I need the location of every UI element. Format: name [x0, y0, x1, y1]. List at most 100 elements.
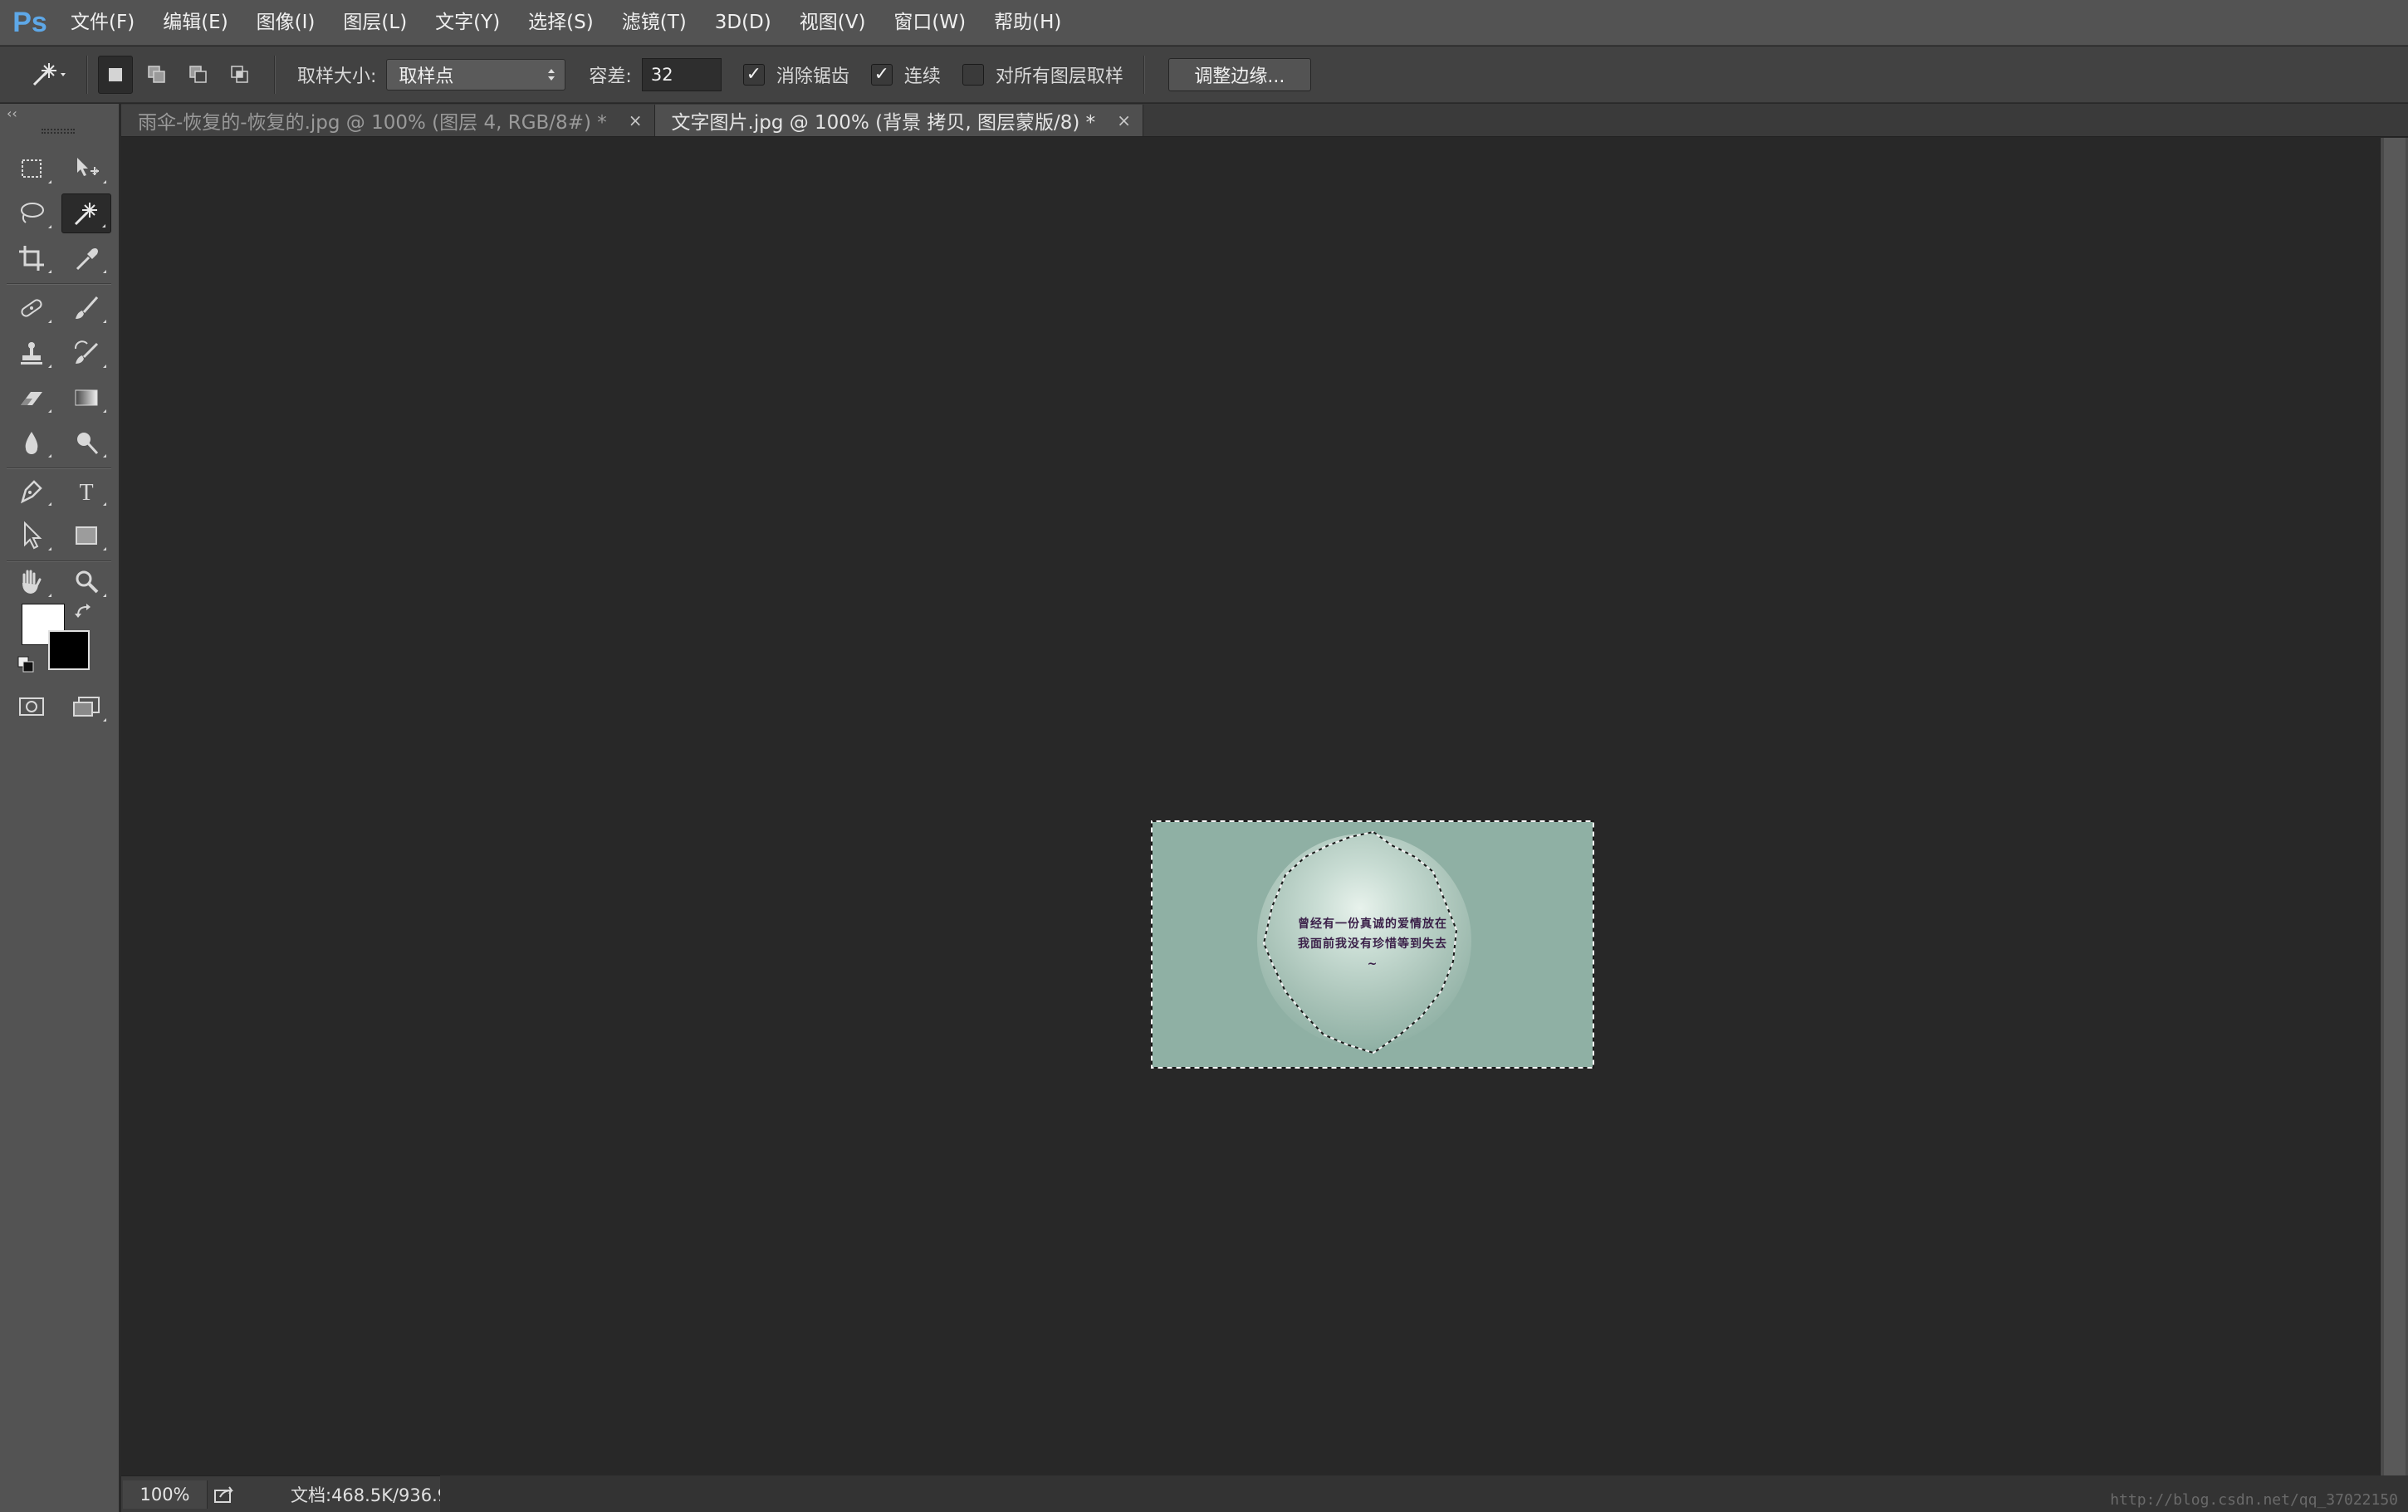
crop-tool[interactable]	[7, 238, 56, 278]
document-text-line: ~	[1367, 957, 1378, 971]
path-selection-tool[interactable]	[7, 516, 56, 555]
spot-healing-brush-tool[interactable]	[7, 288, 56, 328]
history-brush-tool[interactable]	[61, 333, 111, 373]
add-to-selection-button[interactable]	[139, 56, 174, 94]
menu-3d[interactable]: 3D(D)	[701, 0, 786, 46]
share-icon[interactable]	[208, 1480, 241, 1509]
tab-label: 文字图片.jpg @ 100% (背景 拷贝, 图层蒙版/8) *	[671, 112, 1096, 134]
eraser-tool[interactable]	[7, 378, 56, 418]
separator	[1143, 55, 1145, 94]
document-tab-1[interactable]: 雨伞-恢复的-恢复的.jpg @ 100% (图层 4, RGB/8#) * ×	[121, 105, 655, 136]
pen-tool[interactable]	[7, 471, 56, 511]
new-selection-button[interactable]	[98, 55, 133, 94]
menu-bar: Ps 文件(F) 编辑(E) 图像(I) 图层(L) 文字(Y) 选择(S) 滤…	[0, 0, 2408, 46]
brush-tool[interactable]	[61, 288, 111, 328]
intersect-selection-button[interactable]	[223, 56, 257, 94]
scrollbar-thumb[interactable]	[2384, 138, 2406, 1475]
lasso-tool[interactable]	[7, 193, 56, 233]
menu-select[interactable]: 选择(S)	[514, 0, 608, 46]
menu-window[interactable]: 窗口(W)	[879, 0, 980, 46]
subtract-from-selection-icon	[189, 65, 207, 83]
type-tool[interactable]: T	[61, 471, 111, 511]
document-image[interactable]: 曾经有一份真诚的爱情放在 我面前我没有珍惜等到失去 ~	[1151, 820, 1594, 1069]
sample-size-label: 取样大小:	[297, 66, 377, 87]
rectangular-marquee-tool[interactable]	[7, 149, 56, 188]
menu-view[interactable]: 视图(V)	[786, 0, 880, 46]
sample-size-select[interactable]: 取样点	[386, 58, 566, 91]
separator	[274, 55, 276, 94]
type-icon: T	[79, 480, 93, 506]
crop-icon	[19, 246, 44, 271]
tool-preset-picker[interactable]	[18, 51, 76, 98]
dropdown-arrows-icon	[548, 68, 556, 81]
refine-edge-button[interactable]: 调整边缘...	[1167, 57, 1311, 91]
rectangle-shape-icon	[76, 526, 97, 545]
zoom-level-field[interactable]: 100%	[123, 1480, 208, 1509]
close-icon[interactable]: ×	[629, 110, 643, 130]
contiguous-checkbox[interactable]: ✓	[870, 63, 893, 86]
menu-file[interactable]: 文件(F)	[56, 0, 149, 46]
zoom-icon	[76, 570, 99, 594]
canvas-area[interactable]: 曾经有一份真诚的爱情放在 我面前我没有珍惜等到失去 ~	[121, 138, 2380, 1475]
bandage-icon	[21, 299, 42, 317]
anti-alias-label: 消除锯齿	[776, 66, 849, 87]
lasso-icon	[21, 203, 44, 223]
menu-help[interactable]: 帮助(H)	[980, 0, 1075, 46]
vertical-scrollbar[interactable]	[2380, 138, 2408, 1475]
ps-logo: Ps	[12, 6, 47, 38]
panel-grip[interactable]	[42, 129, 75, 134]
add-to-selection-icon	[148, 65, 165, 83]
new-selection-icon	[109, 67, 122, 81]
default-colors-icon[interactable]	[17, 655, 37, 675]
gradient-tool[interactable]	[61, 378, 111, 418]
clone-stamp-tool[interactable]	[7, 333, 56, 373]
all-layers-checkbox[interactable]	[962, 63, 984, 86]
blur-drop-icon	[25, 432, 38, 454]
dodge-icon	[77, 433, 99, 455]
document-tab-bar: 雨伞-恢复的-恢复的.jpg @ 100% (图层 4, RGB/8#) * ×…	[121, 104, 2408, 137]
tool-separator	[7, 467, 111, 469]
anti-alias-checkbox[interactable]: ✓	[742, 63, 765, 86]
brush-icon	[76, 296, 99, 319]
magic-wand-icon	[74, 203, 97, 226]
screen-mode-icon	[73, 697, 100, 717]
blur-tool[interactable]	[7, 423, 56, 462]
menu-layer[interactable]: 图层(L)	[329, 0, 421, 46]
subtract-from-selection-button[interactable]	[181, 56, 216, 94]
watermark-text: http://blog.csdn.net/qq_37022150	[2110, 1491, 2398, 1509]
tool-separator	[7, 283, 111, 285]
collapse-panel-icon[interactable]: ‹‹	[7, 105, 17, 121]
anti-alias-option: ✓ 消除锯齿	[742, 61, 849, 88]
hand-icon	[22, 570, 42, 594]
magic-wand-tool[interactable]	[61, 193, 111, 233]
swap-colors-icon[interactable]	[73, 600, 95, 622]
dodge-tool[interactable]	[61, 423, 111, 462]
history-brush-icon	[74, 340, 99, 364]
eyedropper-tool[interactable]	[61, 238, 111, 278]
background-color-swatch[interactable]	[48, 630, 90, 670]
contiguous-option: ✓ 连续	[870, 61, 941, 88]
menu-edit[interactable]: 编辑(E)	[149, 0, 242, 46]
document-tab-2[interactable]: 文字图片.jpg @ 100% (背景 拷贝, 图层蒙版/8) * ×	[654, 105, 1143, 136]
separator	[86, 55, 88, 94]
menu-filter[interactable]: 滤镜(T)	[608, 0, 701, 46]
move-tool[interactable]	[61, 149, 111, 188]
hand-tool[interactable]	[7, 562, 56, 602]
close-icon[interactable]: ×	[1117, 110, 1131, 130]
all-layers-label: 对所有图层取样	[995, 66, 1123, 87]
screen-mode[interactable]	[61, 687, 111, 727]
eraser-icon	[21, 392, 42, 405]
photoshop-window: Ps 文件(F) 编辑(E) 图像(I) 图层(L) 文字(Y) 选择(S) 滤…	[0, 0, 2408, 1512]
tab-label: 雨伞-恢复的-恢复的.jpg @ 100% (图层 4, RGB/8#) *	[138, 112, 607, 134]
svg-text:T: T	[79, 480, 93, 506]
document-text: 曾经有一份真诚的爱情放在 我面前我没有珍惜等到失去 ~	[1151, 914, 1594, 974]
horizontal-scrollbar[interactable]: http://blog.csdn.net/qq_37022150	[440, 1475, 2408, 1512]
zoom-tool[interactable]	[61, 562, 111, 602]
rectangle-tool[interactable]	[61, 516, 111, 555]
tolerance-input[interactable]: 32	[641, 57, 722, 91]
quick-mask-mode[interactable]	[7, 687, 56, 727]
contiguous-label: 连续	[903, 66, 941, 87]
all-layers-option: 对所有图层取样	[962, 61, 1123, 88]
menu-type[interactable]: 文字(Y)	[421, 0, 514, 46]
menu-image[interactable]: 图像(I)	[242, 0, 330, 46]
